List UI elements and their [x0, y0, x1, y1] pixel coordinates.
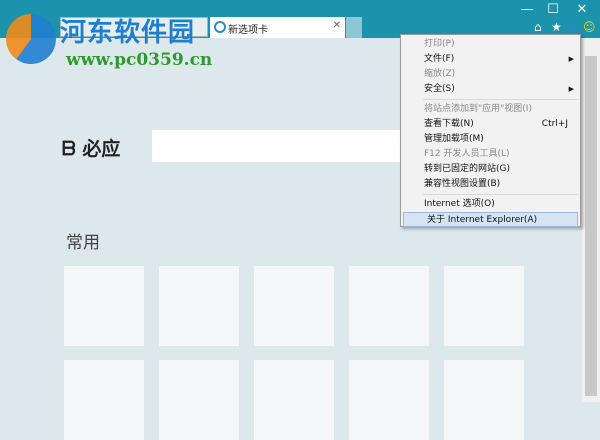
- menu-item: 缩放(Z): [401, 67, 580, 82]
- menu-item-label: 文件(F): [424, 54, 455, 64]
- submenu-arrow-icon: ▶: [568, 85, 574, 93]
- menu-item-label: 兼容性视图设置(B): [424, 179, 501, 189]
- menu-item[interactable]: 安全(S) ▶: [401, 82, 580, 97]
- maximize-button[interactable]: ☐: [541, 2, 565, 17]
- menu-item[interactable]: 转到已固定的网站(G): [401, 162, 580, 177]
- menu-item[interactable]: 管理加载项(M): [401, 132, 580, 147]
- site-tile[interactable]: [444, 360, 524, 440]
- site-tile[interactable]: [254, 266, 334, 346]
- scrollbar-thumb[interactable]: [585, 56, 597, 396]
- site-tile[interactable]: [159, 266, 239, 346]
- menu-separator: [423, 194, 578, 195]
- menu-item-label: F12 开发人员工具(L): [424, 149, 510, 159]
- tab-label: 新选项卡: [228, 25, 268, 36]
- close-button[interactable]: ✕: [570, 2, 594, 17]
- tools-menu: 打印(P) 文件(F) ▶ 缩放(Z) 安全(S) ▶ 将站点添加到"应用"视图(I) 查看下…: [400, 34, 581, 227]
- ie-icon: [214, 21, 226, 33]
- menu-item[interactable]: 文件(F) ▶: [401, 52, 580, 67]
- site-tile[interactable]: [159, 360, 239, 440]
- bing-label: 必应: [82, 138, 121, 160]
- menu-item: F12 开发人员工具(L): [401, 147, 580, 162]
- site-tile[interactable]: [349, 266, 429, 346]
- submenu-arrow-icon: ▶: [568, 55, 574, 63]
- site-tile[interactable]: [64, 360, 144, 440]
- menu-item: 将站点添加到"应用"视图(I): [401, 102, 580, 117]
- menu-item-label: 关于 Internet Explorer(A): [427, 215, 538, 225]
- menu-shortcut: Ctrl+J: [541, 119, 568, 129]
- menu-item-label: 打印(P): [424, 39, 455, 49]
- menu-item-label: 将站点添加到"应用"视图(I): [424, 104, 532, 114]
- menu-item-label: Internet 选项(O): [424, 199, 495, 209]
- site-tile[interactable]: [444, 266, 524, 346]
- smiley-icon[interactable]: ☺: [583, 20, 596, 34]
- menu-item-label: 查看下载(N): [424, 119, 474, 129]
- menu-item-label: 管理加载项(M): [424, 134, 484, 144]
- tab-new-tab[interactable]: 新选项卡 ✕: [210, 17, 345, 38]
- gear-icon[interactable]: ⚙: [566, 20, 577, 34]
- site-tile[interactable]: [349, 360, 429, 440]
- minimize-button[interactable]: —: [515, 2, 539, 17]
- menu-item[interactable]: 关于 Internet Explorer(A): [403, 212, 578, 227]
- bing-logo: ᗷ 必应: [62, 134, 120, 161]
- site-tile[interactable]: [254, 360, 334, 440]
- new-tab-button[interactable]: [346, 17, 362, 38]
- site-tile[interactable]: [64, 266, 144, 346]
- menu-item: 打印(P): [401, 37, 580, 52]
- menu-item-label: 缩放(Z): [424, 69, 456, 79]
- favorites-icon[interactable]: ★: [551, 20, 562, 34]
- menu-item[interactable]: 兼容性视图设置(B): [401, 177, 580, 192]
- section-title: 常用: [66, 233, 100, 253]
- menu-item[interactable]: Internet 选项(O): [401, 197, 580, 212]
- menu-item-label: 安全(S): [424, 84, 455, 94]
- bing-b-icon: ᗷ: [62, 138, 83, 160]
- search-input[interactable]: [152, 130, 402, 162]
- watermark-url: www.pc0359.cn: [66, 50, 213, 70]
- tab-close-icon[interactable]: ✕: [333, 20, 341, 31]
- menu-separator: [423, 99, 578, 100]
- vertical-scrollbar[interactable]: [582, 38, 600, 402]
- watermark-logo: [6, 14, 56, 64]
- menu-item-label: 转到已固定的网站(G): [424, 164, 510, 174]
- home-icon[interactable]: ⌂: [534, 20, 542, 34]
- menu-item[interactable]: 查看下载(N) Ctrl+J: [401, 117, 580, 132]
- watermark-name: 河东软件园: [60, 18, 196, 48]
